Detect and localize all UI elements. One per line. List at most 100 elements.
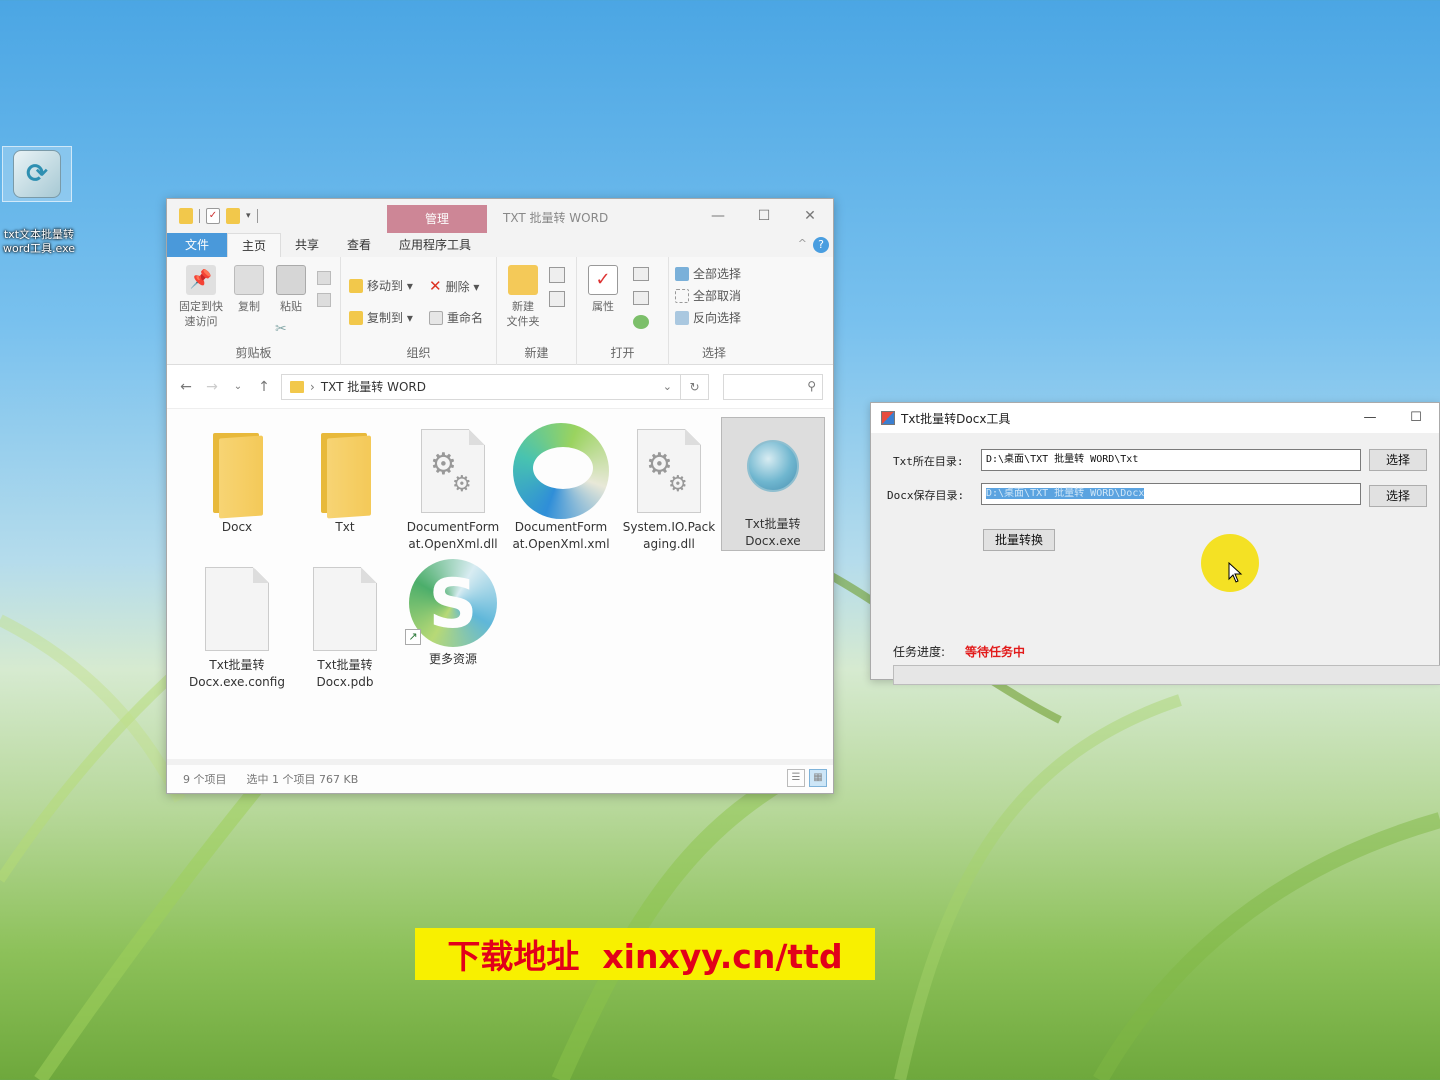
select-none-button[interactable]: 全部取消	[675, 287, 741, 304]
txt-dir-input[interactable]: D:\桌面\TXT 批量转 WORD\Txt	[981, 449, 1361, 471]
copy-path-icon[interactable]	[317, 293, 331, 307]
new-folder-button[interactable]: 新建 文件夹	[503, 265, 543, 329]
item-count: 9 个项目	[183, 773, 227, 786]
address-bar[interactable]: › TXT 批量转 WORD ⌄	[281, 373, 681, 400]
s-logo-icon	[409, 559, 497, 647]
choose-docx-dir-button[interactable]: 选择	[1369, 485, 1427, 507]
choose-txt-dir-button[interactable]: 选择	[1369, 449, 1427, 471]
tab-share[interactable]: 共享	[281, 233, 333, 257]
help-icon[interactable]: ?	[813, 237, 829, 253]
breadcrumb[interactable]: TXT 批量转 WORD	[321, 378, 426, 395]
copy-to-label: 复制到 ▾	[367, 311, 413, 325]
dialog-minimize-button[interactable]: —	[1347, 403, 1393, 433]
easy-access-icon[interactable]	[549, 291, 565, 307]
desktop-shortcut-converter[interactable]: ⟳ txt文本批量转 word工具.exe	[0, 132, 78, 272]
delete-label: 删除 ▾	[445, 279, 480, 294]
search-input[interactable]: ⚲	[723, 373, 823, 400]
copy-to-button[interactable]: 复制到 ▾	[349, 309, 413, 326]
edit-icon[interactable]	[633, 291, 649, 305]
breadcrumb-chevron-icon: ›	[310, 379, 315, 394]
file-item-txt-folder[interactable]: Txt	[293, 421, 397, 555]
file-name: System.IO.Pack aging.dll	[622, 520, 716, 551]
rename-button[interactable]: 重命名	[429, 309, 483, 326]
address-dropdown-icon[interactable]: ⌄	[663, 380, 672, 393]
move-to-label: 移动到 ▾	[367, 279, 413, 293]
progress-label: 任务进度:	[893, 645, 946, 659]
file-item-converter-exe[interactable]: Txt批量转 Docx.exe	[721, 417, 825, 551]
recent-locations-icon[interactable]: ⌄	[229, 381, 247, 392]
tab-file[interactable]: 文件	[167, 233, 227, 257]
minimize-button[interactable]: —	[695, 199, 741, 233]
dialog-maximize-button[interactable]: ☐	[1393, 403, 1439, 433]
select-all-label: 全部选择	[693, 267, 742, 281]
selection-info: 选中 1 个项目 767 KB	[246, 773, 359, 786]
select-all-button[interactable]: 全部选择	[675, 265, 741, 282]
manage-context-tab[interactable]: 管理	[387, 205, 487, 233]
open-icon[interactable]	[633, 267, 649, 281]
shortcut-arrow-icon: ↗	[405, 629, 421, 645]
select-none-icon	[675, 288, 689, 303]
history-icon[interactable]	[633, 315, 649, 329]
batch-convert-button[interactable]: 批量转换	[983, 529, 1055, 551]
collapse-ribbon-icon[interactable]: ^	[798, 237, 807, 250]
back-button[interactable]: ←	[177, 379, 195, 395]
docx-dir-input[interactable]: D:\桌面\TXT 批量转 WORD\Docx	[981, 483, 1361, 505]
copy-button[interactable]: 复制	[229, 265, 269, 314]
file-item-openxml-dll[interactable]: ⚙ ⚙ DocumentForm at.OpenXml.dll	[401, 421, 505, 555]
clipboard-group-name: 剪贴板	[235, 346, 272, 360]
address-row: ← → ⌄ ↑ › TXT 批量转 WORD ⌄ ↻ ⚲	[167, 365, 833, 409]
forward-button[interactable]: →	[203, 379, 221, 395]
tab-app-tools[interactable]: 应用程序工具	[385, 233, 485, 257]
ribbon-group-new: 新建 文件夹 新建	[497, 257, 577, 365]
edge-browser-icon	[513, 423, 609, 519]
ribbon-group-clipboard: 📌 固定到快 速访问 复制 粘贴 ✂ 剪贴板	[167, 257, 341, 365]
docx-dir-value: D:\桌面\TXT 批量转 WORD\Docx	[986, 488, 1145, 499]
ribbon-group-select: 全部选择 全部取消 反向选择 选择	[669, 257, 759, 365]
file-item-more-resources[interactable]: ↗ 更多资源	[401, 553, 505, 687]
qat-dropdown-icon[interactable]: ▾	[246, 211, 251, 221]
refresh-button[interactable]: ↻	[681, 373, 709, 400]
properties-button[interactable]: ✓ 属性	[583, 265, 623, 314]
file-item-docx-folder[interactable]: Docx	[185, 421, 289, 555]
tab-view[interactable]: 查看	[333, 233, 385, 257]
new-folder-qat-icon[interactable]	[226, 208, 240, 224]
scissors-icon[interactable]: ✂	[275, 321, 287, 337]
new-item-icon[interactable]	[549, 267, 565, 283]
file-name: 更多资源	[428, 652, 477, 666]
up-button[interactable]: ↑	[255, 379, 273, 395]
invert-selection-icon	[675, 310, 689, 325]
ribbon: 📌 固定到快 速访问 复制 粘贴 ✂ 剪贴板 移动到 ▾ ✕ 删除 ▾ 复制到 …	[167, 257, 833, 365]
maximize-button[interactable]: ☐	[741, 199, 787, 233]
invert-selection-label: 反向选择	[693, 311, 742, 325]
details-view-icon[interactable]: ☰	[787, 769, 805, 787]
tab-home[interactable]: 主页	[227, 233, 282, 257]
ribbon-tabs: 文件 主页 共享 查看 应用程序工具 ^ ?	[167, 233, 833, 257]
file-item-packaging-dll[interactable]: ⚙ ⚙ System.IO.Pack aging.dll	[617, 421, 721, 555]
file-item-pdb[interactable]: Txt批量转 Docx.pdb	[293, 559, 397, 693]
new-folder-label: 新建 文件夹	[506, 300, 540, 328]
converter-app-icon: ⟳	[2, 146, 72, 202]
explorer-titlebar: ✓ ▾ 管理 TXT 批量转 WORD — ☐ ✕	[167, 199, 833, 233]
delete-button[interactable]: ✕ 删除 ▾	[429, 277, 479, 295]
paste-button[interactable]: 粘贴	[271, 265, 311, 314]
cut-icon[interactable]	[317, 271, 331, 285]
select-none-label: 全部取消	[693, 289, 742, 303]
move-to-button[interactable]: 移动到 ▾	[349, 277, 413, 294]
large-icons-view-icon[interactable]: ▦	[809, 769, 827, 787]
dll-file-icon: ⚙ ⚙	[421, 429, 485, 513]
properties-qat-icon[interactable]: ✓	[206, 208, 220, 224]
open-group-name: 打开	[610, 346, 635, 360]
dialog-body: Txt所在目录: D:\桌面\TXT 批量转 WORD\Txt 选择 Docx保…	[871, 433, 1440, 685]
file-item-config[interactable]: Txt批量转 Docx.exe.config	[185, 559, 289, 693]
close-button[interactable]: ✕	[787, 199, 833, 233]
file-item-openxml-xml[interactable]: DocumentForm at.OpenXml.xml	[509, 421, 613, 555]
ribbon-group-open: ✓ 属性 打开	[577, 257, 669, 365]
pin-quick-access-button[interactable]: 📌 固定到快 速访问	[173, 265, 229, 329]
copy-label: 复制	[238, 300, 260, 313]
rename-label: 重命名	[447, 311, 484, 325]
status-bar: 9 个项目 选中 1 个项目 767 KB ☰ ▦	[167, 765, 833, 793]
invert-selection-button[interactable]: 反向选择	[675, 309, 741, 326]
ribbon-group-organize: 移动到 ▾ ✕ 删除 ▾ 复制到 ▾ 重命名 组织	[341, 257, 497, 365]
organize-group-name: 组织	[406, 346, 431, 360]
file-name: DocumentForm at.OpenXml.dll	[406, 520, 500, 551]
